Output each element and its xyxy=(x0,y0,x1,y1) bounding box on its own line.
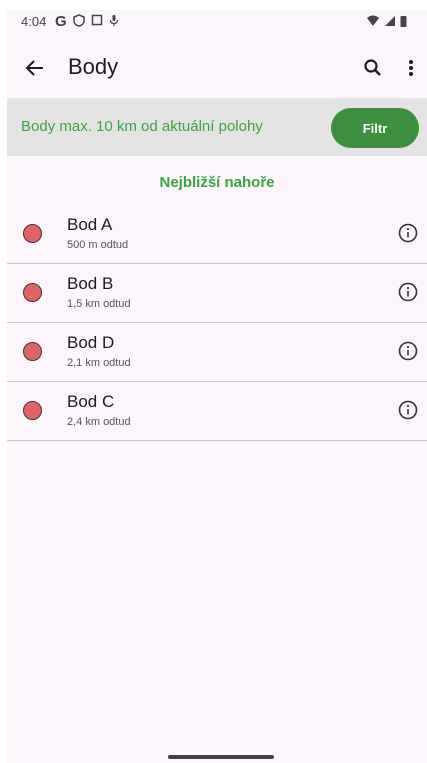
info-button[interactable] xyxy=(397,281,419,303)
arrow-left-icon xyxy=(25,60,43,76)
app-bar: Body xyxy=(7,42,427,94)
more-vert-icon xyxy=(409,60,413,76)
info-button[interactable] xyxy=(397,399,419,421)
status-icons-left: G xyxy=(55,13,119,30)
point-distance: 2,1 km odtud xyxy=(67,357,131,369)
point-name: Bod A xyxy=(67,215,113,234)
info-button[interactable] xyxy=(397,340,419,362)
info-button[interactable] xyxy=(397,222,419,244)
wifi-icon xyxy=(366,14,380,32)
list-item[interactable]: Bod A 500 m odtud xyxy=(7,205,427,264)
filter-button[interactable]: Filtr xyxy=(331,108,419,148)
list-item[interactable]: Bod D 2,1 km odtud xyxy=(7,323,427,382)
page-title: Body xyxy=(68,54,119,79)
search-button[interactable] xyxy=(357,52,389,84)
point-dot-icon xyxy=(23,224,42,243)
point-dot-icon xyxy=(23,342,42,361)
mic-icon xyxy=(109,14,119,30)
list-item[interactable]: Bod C 2,4 km odtud xyxy=(7,382,427,441)
filter-banner: Body max. 10 km od aktuální polohy Filtr xyxy=(7,98,427,156)
point-dot-icon xyxy=(23,401,42,420)
point-name: Bod D xyxy=(67,333,115,352)
screen-icon xyxy=(91,14,103,29)
info-icon xyxy=(398,400,418,420)
overflow-menu-button[interactable] xyxy=(399,52,423,84)
info-icon xyxy=(398,341,418,361)
search-icon xyxy=(364,59,381,76)
point-distance: 500 m odtud xyxy=(67,239,129,251)
back-button[interactable] xyxy=(19,52,51,84)
point-distance: 2,4 km odtud xyxy=(67,416,131,428)
google-icon: G xyxy=(55,13,67,30)
point-distance: 1,5 km odtud xyxy=(67,298,131,310)
point-name: Bod C xyxy=(67,392,115,411)
status-time: 4:04 xyxy=(21,14,47,29)
info-icon xyxy=(398,223,418,243)
info-icon xyxy=(398,282,418,302)
point-dot-icon xyxy=(23,283,42,302)
shield-icon xyxy=(72,13,85,30)
signal-icon xyxy=(384,14,396,32)
status-bar: 4:04 G xyxy=(7,10,427,34)
filter-description: Body max. 10 km od aktuální polohy xyxy=(21,118,263,135)
point-list: Bod A 500 m odtud Bod B 1,5 km odtud Bod… xyxy=(7,205,427,441)
home-indicator[interactable] xyxy=(168,755,274,759)
status-icons-right xyxy=(366,14,407,32)
sort-order-label: Nejbližší nahoře xyxy=(159,174,275,191)
battery-icon xyxy=(400,14,407,32)
list-item[interactable]: Bod B 1,5 km odtud xyxy=(7,264,427,323)
point-name: Bod B xyxy=(67,274,114,293)
app-screen: 4:04 G Body Body max. 10 km od aktuální … xyxy=(7,10,427,763)
